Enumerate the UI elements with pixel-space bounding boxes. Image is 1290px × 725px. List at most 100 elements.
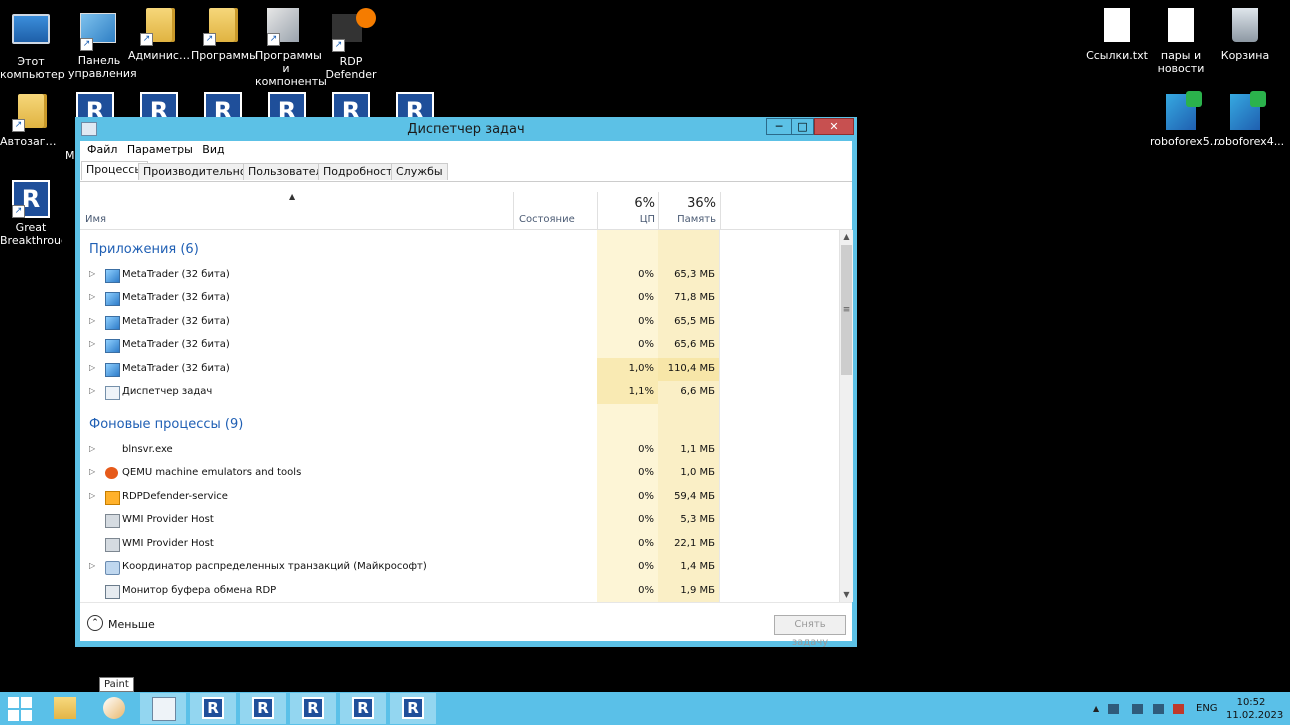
clock-time: 10:52 <box>1236 697 1266 708</box>
chevron-up-icon[interactable]: ⌃ <box>87 615 103 631</box>
process-name: WMI Provider Host <box>122 514 214 525</box>
network-icon[interactable] <box>1132 704 1143 714</box>
expand-arrow-icon[interactable]: ▷ <box>89 491 95 500</box>
scroll-up-icon[interactable]: ▲ <box>840 230 853 244</box>
clock-date: 11.02.2023 <box>1226 710 1284 721</box>
desktop-icon-rdp-defender[interactable]: RDP Defender <box>320 8 382 81</box>
process-memory: 6,6 МБ <box>680 386 715 397</box>
table-row[interactable]: ▷ blnsvr.exe 0% 1,1 МБ <box>80 439 838 462</box>
table-row[interactable]: ▷ QEMU machine emulators and tools 0% 1,… <box>80 462 838 485</box>
taskbar: R R R R R ▲ ENG 10:52 11.02.2023 <box>0 692 1290 725</box>
process-memory: 5,3 МБ <box>680 514 715 525</box>
column-state[interactable]: Состояние <box>513 192 598 229</box>
desktop-icon-autoload[interactable]: Автозагрузка <box>0 94 62 148</box>
roboforex-icon: R <box>12 180 50 218</box>
taskbar-roboforex[interactable]: R <box>340 693 386 724</box>
table-row[interactable]: WMI Provider Host 0% 22,1 МБ <box>80 533 838 556</box>
desktop-icon-programs-features[interactable]: Программы и компоненты <box>255 8 327 88</box>
table-row[interactable]: ▷ MetaTrader (32 бита) 0% 65,6 МБ <box>80 334 838 357</box>
column-cpu[interactable]: 6% ЦП <box>597 192 659 229</box>
wmi-icon <box>105 538 120 552</box>
expand-arrow-icon[interactable]: ▷ <box>89 292 95 301</box>
expand-arrow-icon[interactable]: ▷ <box>89 363 95 372</box>
table-row[interactable]: ▷ MetaTrader (32 бита) 0% 65,3 МБ <box>80 264 838 287</box>
table-row[interactable]: ▷ RDPDefender-service 0% 59,4 МБ <box>80 486 838 509</box>
expand-arrow-icon[interactable]: ▷ <box>89 316 95 325</box>
menu-view[interactable]: Вид <box>199 141 227 156</box>
minimize-button[interactable]: ─ <box>766 118 792 135</box>
tab-services[interactable]: Службы <box>391 163 448 180</box>
clock[interactable]: 10:52 11.02.2023 <box>1226 696 1284 722</box>
roboforex-icon: R <box>352 697 374 719</box>
expand-arrow-icon[interactable]: ▷ <box>89 444 95 453</box>
metatrader-icon <box>105 269 120 283</box>
end-task-button[interactable]: Снять задачу <box>774 615 846 648</box>
table-row[interactable]: ▷ MetaTrader (32 бита) 1,0% 110,4 МБ <box>80 358 838 381</box>
column-memory[interactable]: 36% Память <box>658 192 721 229</box>
scroll-thumb[interactable]: ≡ <box>841 245 852 375</box>
start-button[interactable] <box>8 697 32 721</box>
desktop-icon-links-txt[interactable]: Ссылки.txt <box>1086 8 1148 62</box>
metatrader-icon <box>105 363 120 377</box>
table-row[interactable]: Монитор буфера обмена RDP 0% 1,9 МБ <box>80 580 838 602</box>
desktop-icon-admin-tools[interactable]: Администрирование <box>128 8 190 62</box>
taskbar-explorer[interactable] <box>42 693 88 724</box>
desktop-icon-roboforex5[interactable]: roboforex5... <box>1150 94 1220 148</box>
process-memory: 110,4 МБ <box>667 363 715 374</box>
close-button[interactable]: ✕ <box>814 118 854 135</box>
table-row[interactable]: ▷ Координатор распределенных транзакций … <box>80 556 838 579</box>
desktop-icon-control-panel[interactable]: Панель управления <box>68 8 137 80</box>
desktop-icon-pairs-news[interactable]: пары и новости <box>1150 8 1212 75</box>
desktop-icon-great-breakthrough[interactable]: R Great Breakthrough <box>0 180 62 247</box>
expand-arrow-icon[interactable]: ▷ <box>89 467 95 476</box>
process-cpu: 0% <box>638 269 654 280</box>
taskbar-paint[interactable] <box>91 693 137 724</box>
fewer-details-link[interactable]: Меньше <box>108 618 155 631</box>
process-name: QEMU machine emulators and tools <box>122 467 302 478</box>
desktop-icon-label: Администрирование <box>128 49 190 62</box>
process-cpu: 0% <box>638 467 654 478</box>
qemu-icon <box>105 467 118 479</box>
table-row[interactable]: ▷ MetaTrader (32 бита) 0% 71,8 МБ <box>80 287 838 310</box>
column-cpu-label: ЦП <box>639 214 655 225</box>
installer-icon <box>1226 94 1264 132</box>
vertical-scrollbar[interactable]: ▲ ≡ ▼ <box>839 230 853 602</box>
menu-options[interactable]: Параметры <box>124 141 196 156</box>
scroll-down-icon[interactable]: ▼ <box>840 588 853 602</box>
desktop-icon-this-pc[interactable]: Этот компьютер <box>0 8 65 81</box>
cpu-total-percent: 6% <box>634 196 655 211</box>
table-row[interactable]: ▷ Диспетчер задач 1,1% 6,6 МБ <box>80 381 838 404</box>
column-name[interactable]: Имя <box>85 214 106 225</box>
maximize-button[interactable]: □ <box>791 118 814 135</box>
language-indicator[interactable]: ENG <box>1196 703 1218 714</box>
menu-file[interactable]: Файл <box>84 141 120 156</box>
notification-icon[interactable] <box>1108 704 1119 714</box>
table-row[interactable]: ▷ MetaTrader (32 бита) 0% 65,5 МБ <box>80 311 838 334</box>
taskbar-roboforex[interactable]: R <box>240 693 286 724</box>
process-list[interactable]: Приложения (6) ▷ MetaTrader (32 бита) 0%… <box>80 230 838 602</box>
wmi-icon <box>105 514 120 528</box>
expand-arrow-icon[interactable]: ▷ <box>89 561 95 570</box>
action-center-icon[interactable] <box>1153 704 1164 714</box>
process-cpu: 0% <box>638 491 654 502</box>
desktop-icon-recycle-bin[interactable]: Корзина <box>1214 8 1276 62</box>
expand-arrow-icon[interactable]: ▷ <box>89 339 95 348</box>
metatrader-icon <box>105 316 120 330</box>
expand-arrow-icon[interactable]: ▷ <box>89 386 95 395</box>
expand-arrow-icon[interactable]: ▷ <box>89 269 95 278</box>
taskbar-task-manager[interactable] <box>140 693 186 724</box>
folder-icon <box>12 94 50 132</box>
volume-muted-icon[interactable] <box>1173 704 1184 714</box>
taskbar-roboforex[interactable]: R <box>190 693 236 724</box>
desktop-icon-roboforex4[interactable]: roboforex4... <box>1214 94 1284 148</box>
taskbar-roboforex[interactable]: R <box>290 693 336 724</box>
process-name: Координатор распределенных транзакций (М… <box>122 561 427 572</box>
desktop-icon-label: Great Breakthrough <box>0 221 62 247</box>
show-hidden-icons-icon[interactable]: ▲ <box>1093 704 1099 713</box>
title-bar[interactable]: Диспетчер задач ─ □ ✕ <box>75 117 857 141</box>
process-cpu: 0% <box>638 561 654 572</box>
desktop-icon-programs[interactable]: Программы <box>191 8 258 62</box>
table-row[interactable]: WMI Provider Host 0% 5,3 МБ <box>80 509 838 532</box>
taskbar-roboforex[interactable]: R <box>390 693 436 724</box>
process-memory: 65,5 МБ <box>674 316 715 327</box>
